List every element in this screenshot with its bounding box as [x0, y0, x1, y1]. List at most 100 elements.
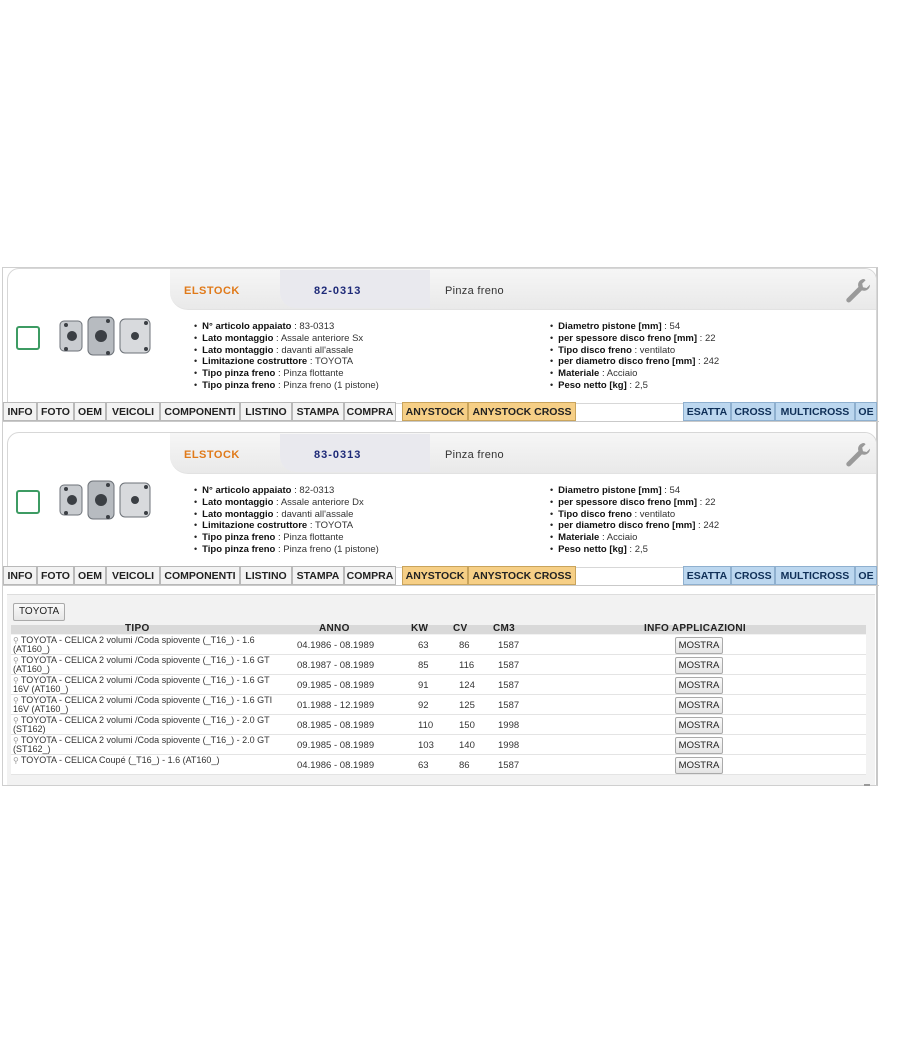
product-card-header: ELSTOCK 82-0313 Pinza freno N° articolo … — [7, 268, 877, 404]
tab-anystock-cross[interactable]: ANYSTOCK CROSS — [468, 402, 576, 421]
cell-kw: 63 — [418, 640, 429, 651]
vehicle-type[interactable]: ⚲ TOYOTA - CELICA 2 volumi /Coda spiovent… — [13, 736, 275, 754]
cell-kw: 85 — [418, 660, 429, 671]
cell-cm3: 1587 — [498, 640, 520, 651]
spec-item: Tipo pinza freno : Pinza freno (1 piston… — [194, 544, 379, 556]
tab-esatta[interactable]: ESATTA — [683, 566, 731, 585]
spec-item: Materiale : Acciaio — [550, 532, 719, 544]
tab-compra[interactable]: COMPRA — [344, 402, 396, 421]
tab-bar: INFO FOTO OEM VEICOLI COMPONENTI LISTINO STAMP… — [3, 566, 879, 586]
header-cv: CV — [453, 623, 468, 634]
tab-foto[interactable]: FOTO — [37, 566, 74, 585]
tab-multicross[interactable]: MULTICROSS — [775, 402, 855, 421]
tab-multicross[interactable]: MULTICROSS — [775, 566, 855, 585]
cell-kw: 63 — [418, 760, 429, 771]
specs-left: N° articolo appaiato : 82-0313Lato monta… — [194, 485, 379, 556]
wrench-icon[interactable] — [844, 441, 872, 469]
spec-item: Diametro pistone [mm] : 54 — [550, 321, 719, 333]
tab-info[interactable]: INFO — [3, 402, 37, 421]
cell-anno: 04.1986 - 08.1989 — [297, 760, 375, 771]
mostra-button[interactable]: MOSTRA — [675, 637, 723, 654]
header-cm3: CM3 — [493, 623, 516, 634]
cell-cm3: 1998 — [498, 740, 520, 751]
mostra-button[interactable]: MOSTRA — [675, 717, 723, 734]
mostra-button[interactable]: MOSTRA — [675, 677, 723, 694]
tab-oe[interactable]: OE — [855, 566, 877, 585]
search-icon: ⚲ — [13, 756, 19, 765]
tab-info[interactable]: INFO — [3, 566, 37, 585]
specs-right: Diametro pistone [mm] : 54per spessore d… — [550, 485, 719, 556]
cell-kw: 103 — [418, 740, 434, 751]
cell-anno: 09.1985 - 08.1989 — [297, 680, 375, 691]
tab-oem[interactable]: OEM — [74, 566, 106, 585]
spec-item: Peso netto [kg] : 2,5 — [550, 380, 719, 392]
select-checkbox[interactable] — [16, 326, 40, 350]
tab-componenti[interactable]: COMPONENTI — [160, 566, 240, 585]
spec-item: Tipo pinza freno : Pinza flottante — [194, 532, 379, 544]
mostra-button[interactable]: MOSTRA — [675, 657, 723, 674]
tab-underline — [3, 585, 879, 586]
table-row: ⚲ TOYOTA - CELICA 2 volumi /Coda spiovent… — [11, 675, 866, 695]
cell-kw: 91 — [418, 680, 429, 691]
spec-item: Tipo disco freno : ventilato — [550, 509, 719, 521]
tab-compra[interactable]: COMPRA — [344, 566, 396, 585]
tab-listino[interactable]: LISTINO — [240, 402, 292, 421]
tab-stampa[interactable]: STAMPA — [292, 566, 344, 585]
tab-oe[interactable]: OE — [855, 402, 877, 421]
article-code[interactable]: 82-0313 — [314, 285, 361, 297]
tab-componenti[interactable]: COMPONENTI — [160, 402, 240, 421]
cell-anno: 08.1985 - 08.1989 — [297, 720, 375, 731]
tab-foto[interactable]: FOTO — [37, 402, 74, 421]
applications-section: TOYOTA TIPO ANNO KW CV CM3 INFO APPLICAZ… — [7, 594, 875, 785]
spec-item: Materiale : Acciaio — [550, 368, 719, 380]
wrench-icon[interactable] — [844, 277, 872, 305]
article-code[interactable]: 83-0313 — [314, 449, 361, 461]
vehicle-type[interactable]: ⚲ TOYOTA - CELICA 2 volumi /Coda spiovent… — [13, 676, 275, 694]
tab-stampa[interactable]: STAMPA — [292, 402, 344, 421]
tab-anystock[interactable]: ANYSTOCK — [402, 566, 468, 585]
vehicle-type[interactable]: ⚲ TOYOTA - CELICA 2 volumi /Coda spiovent… — [13, 696, 275, 714]
cell-cv: 150 — [459, 720, 475, 731]
table-row: ⚲ TOYOTA - CELICA 2 volumi /Coda spiovent… — [11, 695, 866, 715]
cell-anno: 04.1986 - 08.1989 — [297, 640, 375, 651]
title-bar — [170, 433, 876, 474]
product-photo[interactable] — [58, 313, 158, 361]
spec-item: N° articolo appaiato : 82-0313 — [194, 485, 379, 497]
tab-anystock[interactable]: ANYSTOCK — [402, 402, 468, 421]
table-row: ⚲ TOYOTA - CELICA Coupé (_T16_) - 1.6 (AT… — [11, 755, 866, 775]
spec-item: Lato montaggio : Assale anteriore Dx — [194, 497, 379, 509]
spec-item: N° articolo appaiato : 83-0313 — [194, 321, 379, 333]
tab-cross[interactable]: CROSS — [731, 402, 775, 421]
tab-esatta[interactable]: ESATTA — [683, 402, 731, 421]
tab-cross[interactable]: CROSS — [731, 566, 775, 585]
vehicle-type[interactable]: ⚲ TOYOTA - CELICA 2 volumi /Coda spiovent… — [13, 716, 275, 734]
tab-oem[interactable]: OEM — [74, 402, 106, 421]
product-photo[interactable] — [58, 477, 158, 525]
tab-anystock-cross[interactable]: ANYSTOCK CROSS — [468, 566, 576, 585]
tab-listino[interactable]: LISTINO — [240, 566, 292, 585]
product-card-header: ELSTOCK 83-0313 Pinza freno N° articolo … — [7, 432, 877, 568]
mostra-button[interactable]: MOSTRA — [675, 737, 723, 754]
select-checkbox[interactable] — [16, 490, 40, 514]
tab-veicoli[interactable]: VEICOLI — [106, 402, 160, 421]
vehicle-type[interactable]: ⚲ TOYOTA - CELICA 2 volumi /Coda spiovent… — [13, 636, 275, 654]
spec-item: Diametro pistone [mm] : 54 — [550, 485, 719, 497]
vehicle-type[interactable]: ⚲ TOYOTA - CELICA 2 volumi /Coda spiovent… — [13, 656, 275, 674]
header-tipo: TIPO — [125, 623, 150, 634]
table-row: ⚲ TOYOTA - CELICA 2 volumi /Coda spiovent… — [11, 735, 866, 755]
spec-item: Tipo pinza freno : Pinza flottante — [194, 368, 379, 380]
article-description: Pinza freno — [445, 449, 504, 461]
tab-underline — [3, 421, 879, 422]
cell-cv: 86 — [459, 640, 470, 651]
vehicle-type[interactable]: ⚲ TOYOTA - CELICA Coupé (_T16_) - 1.6 (AT… — [13, 756, 275, 766]
product-card: ELSTOCK 82-0313 Pinza freno N° articolo … — [3, 268, 879, 426]
mostra-button[interactable]: MOSTRA — [675, 697, 723, 714]
tab-veicoli[interactable]: VEICOLI — [106, 566, 160, 585]
table-row: ⚲ TOYOTA - CELICA 2 volumi /Coda spiovent… — [11, 655, 866, 675]
header-anno: ANNO — [319, 623, 350, 634]
specs-right: Diametro pistone [mm] : 54per spessore d… — [550, 321, 719, 392]
results-panel: ELSTOCK 82-0313 Pinza freno N° articolo … — [2, 267, 879, 786]
mostra-button[interactable]: MOSTRA — [675, 757, 723, 774]
manufacturer-filter-button[interactable]: TOYOTA — [13, 603, 66, 621]
scroll-indicator[interactable] — [864, 784, 870, 786]
